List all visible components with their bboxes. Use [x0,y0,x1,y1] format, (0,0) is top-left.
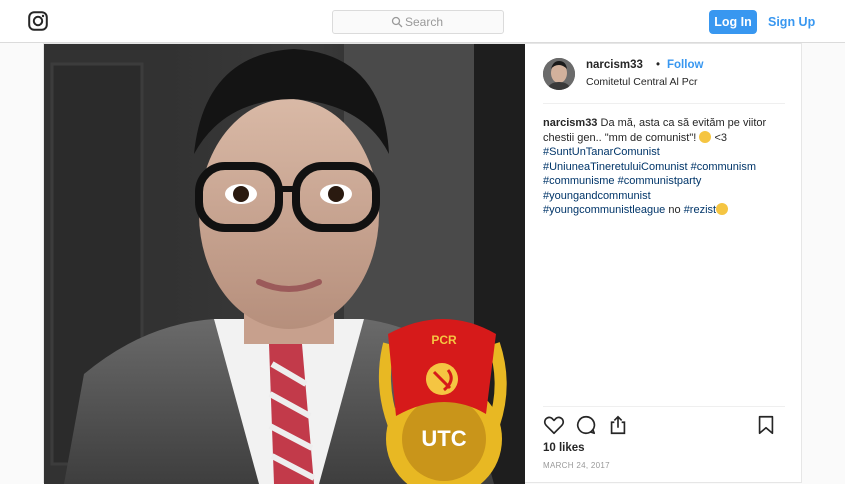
likes-count[interactable]: 10 likes [543,442,585,454]
username-link[interactable]: narcism33 [586,59,643,71]
signup-link[interactable]: Sign Up [768,10,815,34]
hashtag-link[interactable]: #youngcommunistleague [543,204,665,216]
top-navigation-bar: Log In Sign Up [0,0,845,43]
search-input[interactable] [405,13,495,31]
hashtag-link[interactable]: #rezist [684,204,716,216]
hashtag-link[interactable]: #SuntUnTanarComunist [543,146,660,158]
caption-text-no: no [668,204,681,216]
caption-heart-text: <3 [714,131,727,144]
avatar[interactable] [543,58,575,90]
heart-icon[interactable] [543,414,565,436]
comment-icon[interactable] [575,414,597,436]
hashtag-link[interactable]: #communism [691,161,756,173]
emblem-text: UTC [421,426,466,451]
grinning-emoji-icon [716,203,729,215]
hashtag-link[interactable]: #communisme [543,175,615,187]
post-header: narcism33 • Follow Comitetul Central Al … [543,56,785,104]
post-photo[interactable]: PCR UTC [44,44,525,484]
utc-emblem: PCR UTC [378,319,507,484]
post-actions [543,406,785,436]
grinning-emoji-icon [699,130,712,143]
share-icon[interactable] [607,414,629,436]
hashtag-link[interactable]: #communistparty [618,175,702,187]
separator: • [656,59,661,71]
post-caption: narcism33 Da mă, asta ca să evităm pe vi… [543,116,779,218]
follow-button[interactable]: Follow [667,59,703,71]
location-link[interactable]: Comitetul Central Al Pcr [586,76,697,88]
caption-username[interactable]: narcism33 [543,117,597,129]
post-card: PCR UTC narcism33 • Follow Comitetul Cen… [43,43,803,484]
post-sidebar: narcism33 • Follow Comitetul Central Al … [525,44,803,484]
hashtag-link[interactable]: #UniuneaTineretuluiComunist [543,161,688,173]
flag-text: PCR [431,333,457,347]
login-button[interactable]: Log In [709,10,757,34]
search-icon [391,16,403,28]
bookmark-icon[interactable] [755,414,777,436]
instagram-icon[interactable] [28,11,48,31]
hashtag-link[interactable]: #youngandcommunist [543,190,651,202]
selfie-image: PCR UTC [44,44,525,484]
search-box[interactable] [332,10,504,34]
